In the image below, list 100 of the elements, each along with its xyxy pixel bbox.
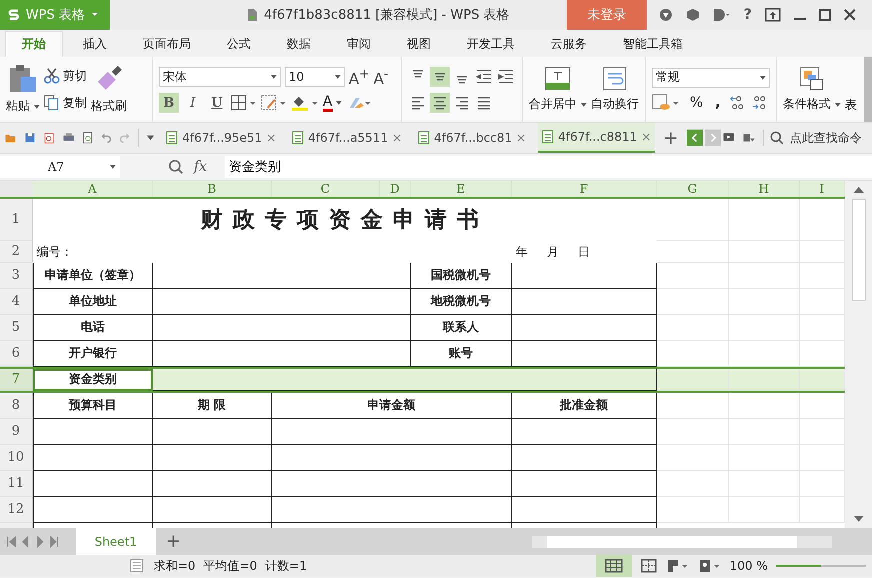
table-cell: 批准金额 [512,393,657,419]
restore-window-icon[interactable] [765,8,781,22]
column-header[interactable]: G [657,181,729,197]
menu-tab[interactable]: 公式 [211,31,267,57]
merge-center-button[interactable]: 合并居中 [529,66,587,113]
spreadsheet-icon [166,131,178,145]
text-style-button[interactable]: U [207,93,227,113]
row-header[interactable]: 2 [0,241,33,263]
row-header[interactable]: 9 [0,419,33,445]
row-header[interactable]: 11 [0,471,33,497]
page-layout-icon[interactable] [666,558,690,574]
scroll-down-icon[interactable] [854,516,864,522]
menu-tab[interactable]: 开发工具 [451,31,531,57]
vertical-align-icon[interactable] [430,66,450,86]
number-format-dropdown[interactable]: 常规 [652,68,770,88]
row-header[interactable]: 12 [0,497,33,523]
horizontal-align-icon[interactable] [430,92,450,112]
horizontal-scrollbar[interactable] [532,536,832,548]
copy-button[interactable]: 复制 [44,94,87,112]
row-header[interactable]: 10 [0,445,33,471]
menu-tab[interactable]: 审阅 [331,31,387,57]
normal-view-icon[interactable] [596,555,632,577]
spreadsheet-icon [418,131,430,145]
average-label: 平均值=0 [204,558,258,574]
row-header[interactable]: 6 [0,341,33,367]
row-header[interactable]: 1 [0,199,33,241]
document-tab[interactable]: 4f67f...c8811 × [538,123,656,153]
menu-tab[interactable]: 插入 [67,31,123,57]
borders-icon[interactable] [231,95,257,111]
table-cell: 申请金额 [272,393,512,419]
add-sheet-button[interactable]: + [166,531,182,552]
maximize-icon[interactable] [819,9,831,21]
name-box[interactable]: A7 [0,156,120,178]
scroll-thumb[interactable] [547,536,797,548]
format-painter-button[interactable]: 格式刷 [91,64,127,115]
formula-input[interactable]: 资金类别 [225,156,872,178]
row-header[interactable]: 7 [0,369,33,391]
sheet-tab[interactable]: Sheet1 [76,528,156,555]
table-format-label[interactable]: 表 [845,97,857,114]
column-header[interactable]: H [729,181,800,197]
wrap-text-button[interactable]: 自动换行 [591,66,639,113]
column-header[interactable]: E [411,181,512,197]
save-icon[interactable] [24,131,36,145]
command-search-field[interactable]: 点此查找命令 [763,130,872,146]
text-style-button[interactable]: B [159,93,179,113]
vertical-scrollbar[interactable] [845,181,872,528]
eye-protection-icon[interactable] [698,558,722,574]
page-break-view-icon[interactable] [640,558,658,574]
help-button[interactable]: ? [744,7,752,23]
scroll-up-icon[interactable] [854,187,864,193]
column-header[interactable]: B [153,181,272,197]
caret-icon[interactable] [581,102,587,106]
conditional-format-button[interactable]: 条件格式 [783,66,841,113]
caret-icon[interactable] [835,102,841,106]
menu-tab[interactable]: 视图 [391,31,447,57]
previous-tab-icon[interactable] [686,127,703,149]
insert-function-button[interactable]: fx [194,159,208,175]
row-header[interactable]: 4 [0,289,33,315]
font-dropdown[interactable]: 宋体 [159,67,281,87]
percent-style-button[interactable]: % [686,94,708,110]
cut-button[interactable]: 剪切 [44,68,87,84]
caret-icon[interactable] [34,104,40,108]
table-cell [729,471,800,497]
comma-style-button[interactable]: , [711,94,725,110]
currency-icon[interactable] [652,94,682,112]
close-icon[interactable] [844,9,856,21]
cell-fill-grid-icon[interactable] [261,95,287,111]
font-size-dropdown[interactable]: 10 [285,67,345,87]
paste-button[interactable]: 粘贴 [6,64,40,115]
menu-tab[interactable]: 开始 [5,31,63,57]
table-cell [657,393,729,419]
menu-tab[interactable]: 数据 [271,31,327,57]
column-header[interactable]: F [512,181,657,197]
dropdown-icon[interactable] [147,135,154,141]
increase-font-button[interactable]: A$^{+}$ [349,66,370,88]
row-header[interactable]: 5 [0,315,33,341]
table-cell: 申请单位（签章） [33,263,153,289]
menu-tab[interactable]: 页面布局 [127,31,207,57]
column-header[interactable]: A [33,181,153,197]
column-header[interactable]: D [380,181,411,197]
cube-icon[interactable] [686,8,700,22]
zoom-search-icon[interactable] [168,159,184,175]
menu-tab[interactable]: 云服务 [535,31,603,57]
caret-icon [336,101,342,105]
row-header[interactable]: 8 [0,393,33,419]
decrease-font-button[interactable]: A$^{-}$ [374,66,389,88]
document-tab[interactable]: 4f67f...95e51 × [162,123,280,153]
export-pdf-icon[interactable] [43,130,56,146]
row-header[interactable]: 3 [0,263,33,289]
new-tab-button[interactable]: + [663,128,679,148]
document-tab[interactable]: 4f67f...a5511 × [288,123,406,153]
menu-tab[interactable]: 智能工具箱 [607,31,699,57]
document-tab[interactable]: 4f67f...bcc81 × [414,123,530,153]
text-style-button[interactable]: I [183,93,203,113]
scroll-thumb[interactable] [852,199,866,301]
font-color-button[interactable]: A [323,94,342,112]
fill-color-icon[interactable] [291,94,319,112]
column-header[interactable]: C [272,181,380,197]
print-preview-icon[interactable] [83,130,94,146]
table-cell [657,445,729,471]
